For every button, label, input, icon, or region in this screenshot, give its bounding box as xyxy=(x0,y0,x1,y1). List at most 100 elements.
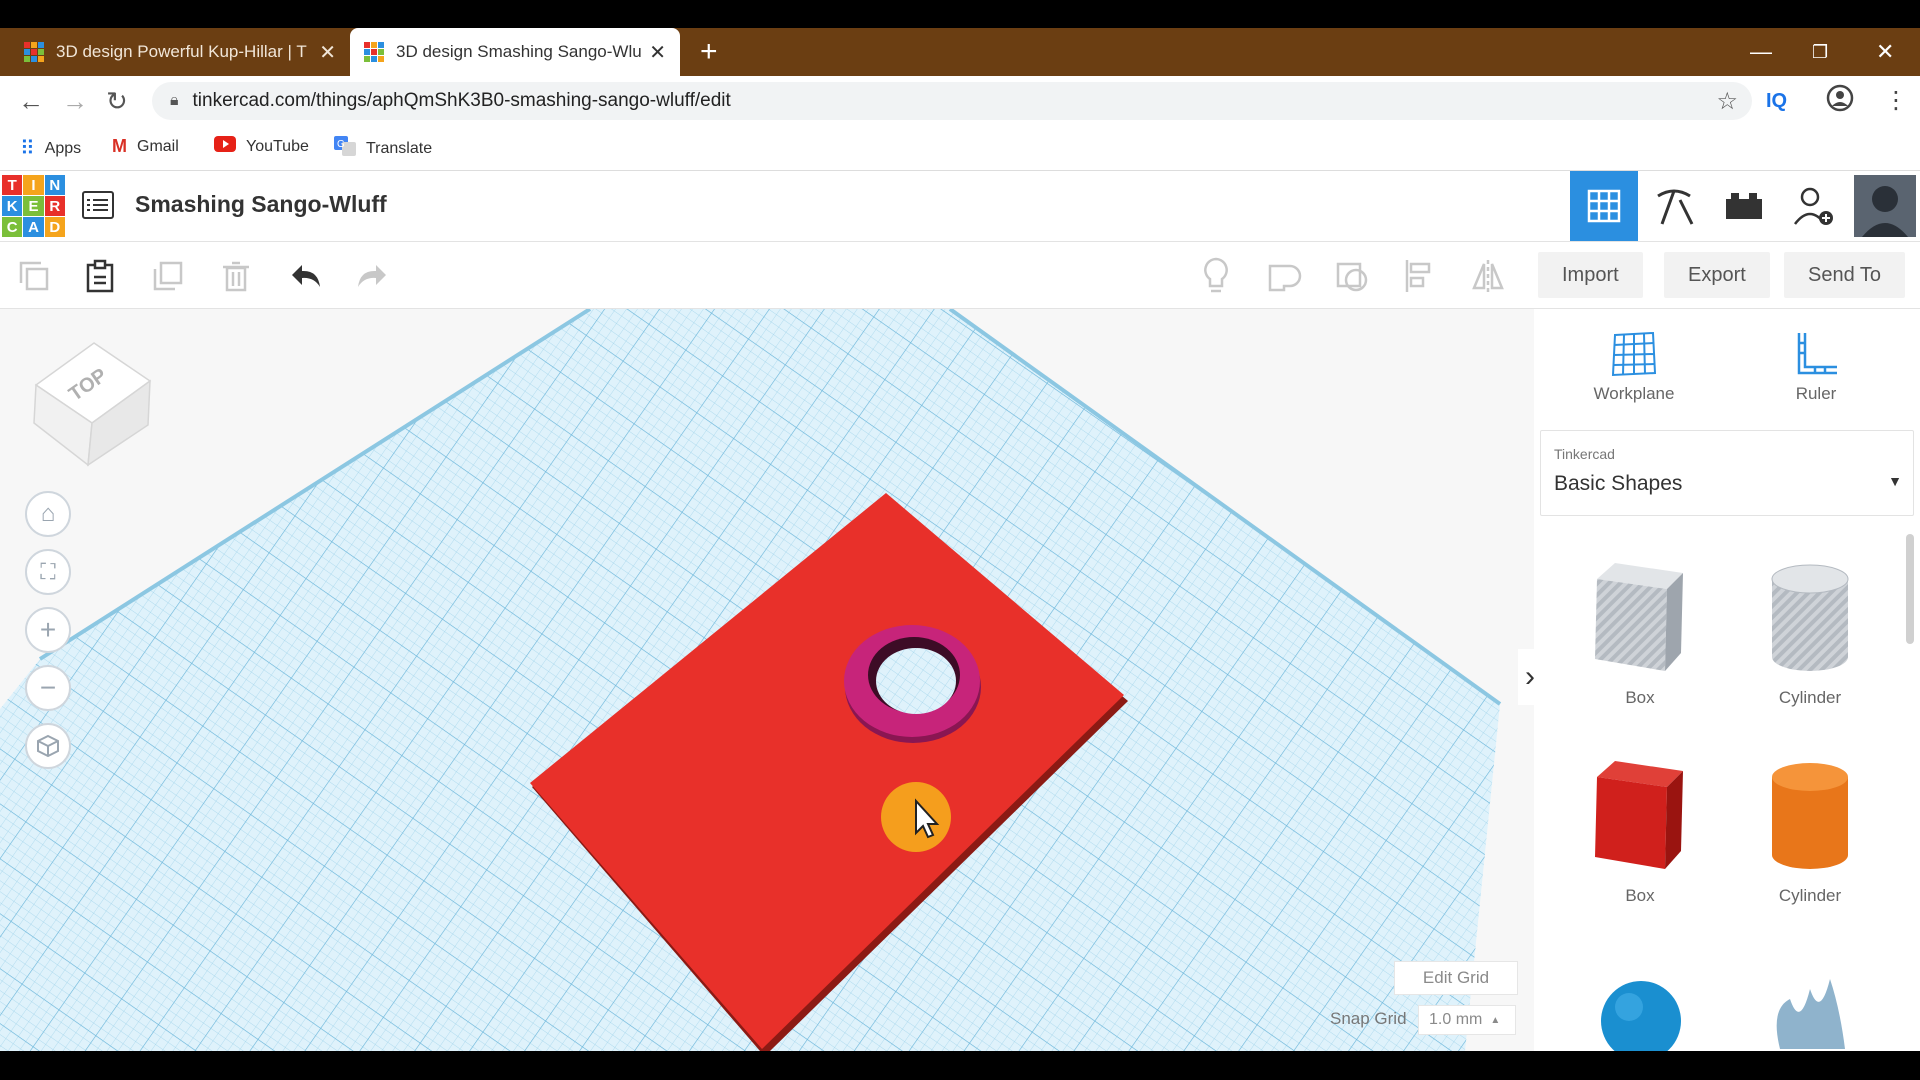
design-list-icon[interactable] xyxy=(82,191,114,219)
zoom-out-icon: − xyxy=(39,672,57,703)
user-avatar-icon xyxy=(1854,175,1916,237)
copy-button[interactable] xyxy=(12,254,56,298)
shape-box-hole[interactable]: Box xyxy=(1570,559,1710,708)
box-hole-icon xyxy=(1595,563,1683,671)
zoom-in-icon: + xyxy=(39,614,57,645)
torus-shape[interactable] xyxy=(844,625,981,743)
shape-cylinder-hole[interactable]: Cylinder xyxy=(1740,559,1880,708)
logo-letter: A xyxy=(23,217,44,237)
pickaxe-icon xyxy=(1657,189,1694,225)
clipboard-icon xyxy=(86,259,114,293)
brick-icon xyxy=(1726,193,1762,219)
new-tab-button[interactable]: + xyxy=(700,34,718,70)
address-bar[interactable]: 🔒︎ tinkercad.com/things/aphQmShK3B0-smas… xyxy=(152,82,1752,120)
shape-box[interactable]: Box xyxy=(1570,757,1710,906)
bricks-button[interactable] xyxy=(1710,171,1778,241)
zoom-in-button[interactable]: + xyxy=(25,607,71,653)
import-button[interactable]: Import xyxy=(1538,252,1643,298)
workplane-tool[interactable]: Workplane xyxy=(1574,329,1694,404)
shape-label: Cylinder xyxy=(1778,688,1842,707)
logo-letter: T xyxy=(2,175,23,195)
sphere-icon xyxy=(1601,981,1681,1051)
shape-scribble[interactable] xyxy=(1740,969,1880,1051)
bookmark-apps[interactable]: ⠿ Apps xyxy=(20,136,81,161)
caret-up-icon: ▲ xyxy=(1490,1014,1501,1026)
perspective-button[interactable] xyxy=(25,723,71,769)
avatar[interactable] xyxy=(1850,171,1920,241)
export-button[interactable]: Export xyxy=(1664,252,1770,298)
fit-to-view-icon: ⛶ xyxy=(40,559,56,584)
workplane-grid-icon xyxy=(1611,331,1657,377)
zoom-out-button[interactable]: − xyxy=(25,665,71,711)
3d-view-button[interactable] xyxy=(1570,171,1638,241)
lock-icon: 🔒︎ xyxy=(170,92,179,109)
forward-icon[interactable]: → xyxy=(62,84,88,118)
scribble-icon xyxy=(1776,979,1845,1049)
more-menu-icon[interactable]: ⋮ xyxy=(1884,84,1908,118)
library-value: Basic Shapes xyxy=(1554,472,1683,495)
bookmark-translate[interactable]: G Translate xyxy=(334,136,432,161)
ruler-tool[interactable]: Ruler xyxy=(1756,329,1876,404)
letterbox-bar xyxy=(0,1051,1920,1080)
logo-letter: E xyxy=(23,196,44,216)
panel-scrollbar[interactable] xyxy=(1906,534,1914,644)
tinkercad-header: T I N K E R C A D Smashing Sango-Wluff xyxy=(0,171,1920,242)
trash-icon xyxy=(223,261,249,292)
browser-tab-2[interactable]: 3D design Smashing Sango-Wluf ✕ xyxy=(350,28,680,76)
snap-grid-select[interactable]: 1.0 mm ▲ xyxy=(1418,1005,1516,1035)
paste-button[interactable] xyxy=(78,254,122,298)
notes-button[interactable] xyxy=(1194,254,1238,298)
edit-grid-button[interactable]: Edit Grid xyxy=(1394,961,1518,995)
align-icon xyxy=(1405,260,1431,292)
panel-collapse-button[interactable]: › xyxy=(1518,649,1534,705)
shape-label: Box xyxy=(1625,688,1655,707)
bookmark-youtube[interactable]: YouTube xyxy=(214,136,309,157)
3d-workspace[interactable]: TOP ⌂ ⛶ + − › Edit Grid Snap Grid 1.0 mm… xyxy=(0,309,1534,1051)
bookmark-label: Translate xyxy=(366,139,433,157)
duplicate-button[interactable] xyxy=(146,254,190,298)
group-button[interactable] xyxy=(1262,254,1306,298)
shapes-panel: Workplane Ruler Tinkercad Basic Shapes ▼… xyxy=(1534,309,1920,1051)
browser-tab-1[interactable]: 3D design Powerful Kup-Hillar | T ✕ xyxy=(10,28,350,76)
apps-grid-icon: ⠿ xyxy=(20,138,35,160)
align-button[interactable] xyxy=(1398,254,1442,298)
ruler-label: Ruler xyxy=(1795,384,1837,403)
logo-letter: D xyxy=(44,217,65,237)
ungroup-button[interactable] xyxy=(1330,254,1374,298)
iq-extension-icon[interactable]: IQ xyxy=(1766,84,1787,118)
workplane-canvas[interactable] xyxy=(0,309,1534,1051)
chevron-right-icon: › xyxy=(1525,660,1534,693)
blocks-button[interactable] xyxy=(1640,171,1708,241)
redo-button[interactable] xyxy=(350,254,394,298)
fit-view-button[interactable]: ⛶ xyxy=(25,549,71,595)
bookmark-star-icon[interactable]: ☆ xyxy=(1716,87,1738,116)
view-cube[interactable]: TOP xyxy=(30,339,156,474)
design-title[interactable]: Smashing Sango-Wluff xyxy=(135,191,387,218)
tab-close-icon[interactable]: ✕ xyxy=(319,40,336,65)
tinkercad-logo[interactable]: T I N K E R C A D xyxy=(2,175,65,237)
bookmark-gmail[interactable]: M Gmail xyxy=(112,136,179,157)
redo-icon xyxy=(358,265,386,287)
send-to-button[interactable]: Send To xyxy=(1784,252,1906,298)
url-text: tinkercad.com/things/aphQmShK3B0-smashin… xyxy=(192,90,731,111)
logo-letter: N xyxy=(44,175,65,195)
close-window-icon[interactable]: ✕ xyxy=(1876,34,1894,70)
mirror-button[interactable] xyxy=(1466,254,1510,298)
add-user-button[interactable] xyxy=(1780,171,1848,241)
chevron-down-icon[interactable]: ▼ xyxy=(1888,473,1902,489)
profile-icon[interactable] xyxy=(1826,84,1854,122)
restore-icon[interactable]: ❐ xyxy=(1812,34,1828,70)
shape-sphere[interactable] xyxy=(1570,959,1710,1051)
home-view-button[interactable]: ⌂ xyxy=(25,491,71,537)
tinkercad-favicon-icon xyxy=(24,42,44,62)
shape-cylinder[interactable]: Cylinder xyxy=(1740,757,1880,906)
minimize-icon[interactable]: — xyxy=(1750,34,1772,70)
box-icon xyxy=(1595,761,1683,869)
back-icon[interactable]: ← xyxy=(18,84,44,118)
logo-letter: K xyxy=(2,196,23,216)
reload-icon[interactable]: ↻ xyxy=(106,84,128,118)
undo-icon xyxy=(292,265,320,287)
delete-button[interactable] xyxy=(214,254,258,298)
tab-close-icon[interactable]: ✕ xyxy=(649,40,666,65)
undo-button[interactable] xyxy=(284,254,328,298)
